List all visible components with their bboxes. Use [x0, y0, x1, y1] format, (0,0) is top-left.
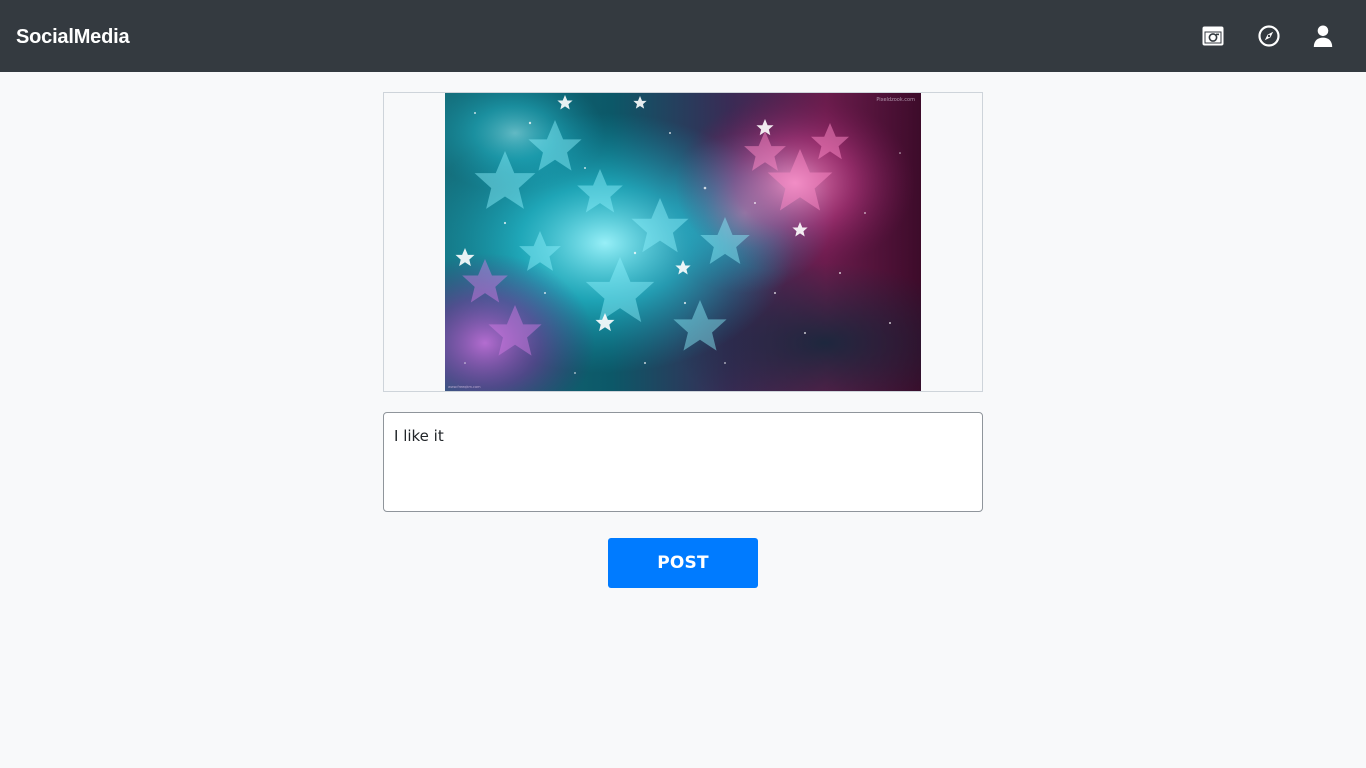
- post-button[interactable]: POST: [608, 538, 758, 588]
- caption-input[interactable]: I like it: [383, 412, 983, 512]
- uploaded-image: Pixeldzook.com www.freeqkm.com: [445, 93, 921, 391]
- image-preview-frame: Pixeldzook.com www.freeqkm.com: [383, 92, 983, 392]
- camera-icon[interactable]: [1201, 24, 1225, 48]
- top-navbar: SocialMedia: [0, 0, 1366, 72]
- compass-icon[interactable]: [1257, 24, 1281, 48]
- svg-text:www.freeqkm.com: www.freeqkm.com: [448, 385, 481, 389]
- user-icon[interactable]: [1311, 24, 1335, 48]
- svg-text:Pixeldzook.com: Pixeldzook.com: [876, 97, 915, 103]
- brand-logo[interactable]: SocialMedia: [16, 24, 130, 50]
